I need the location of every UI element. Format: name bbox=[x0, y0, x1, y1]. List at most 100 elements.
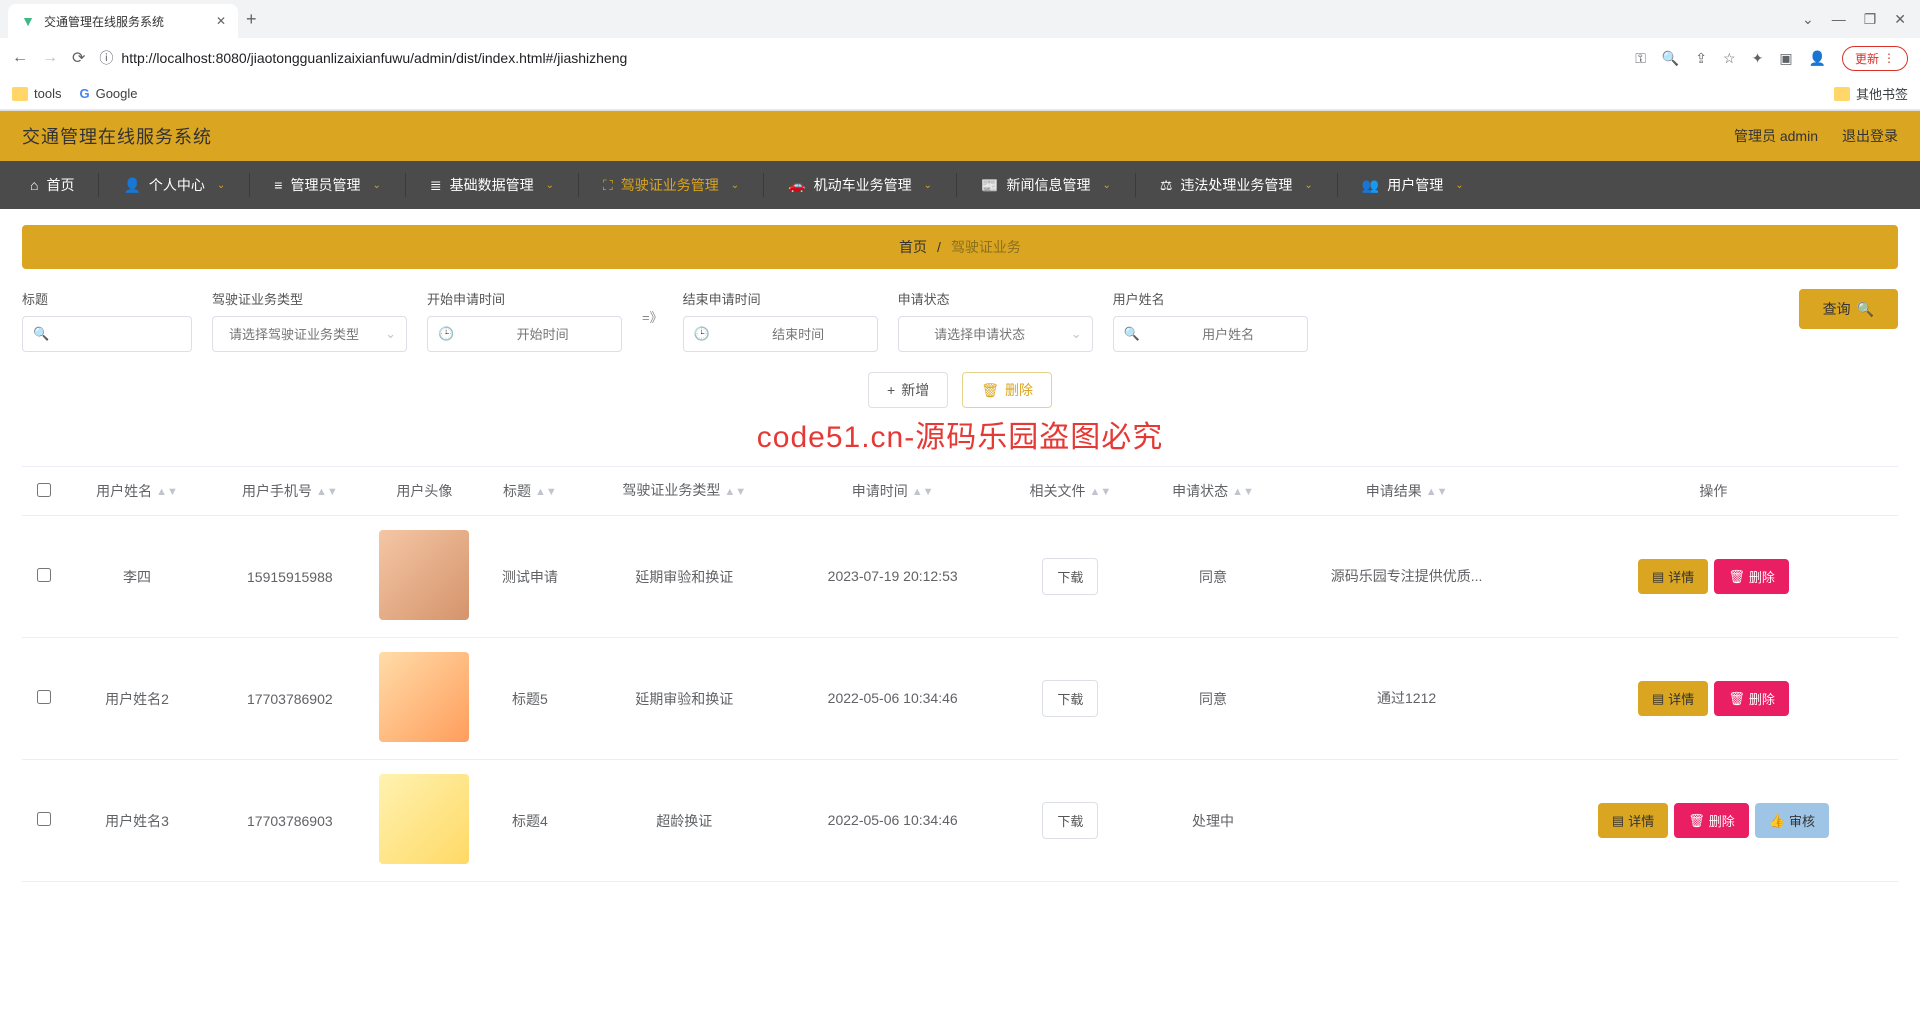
end-input[interactable] bbox=[720, 317, 877, 351]
query-button[interactable]: 查询 🔍 bbox=[1799, 289, 1898, 329]
update-button[interactable]: 更新 ⋮ bbox=[1842, 46, 1908, 71]
back-icon[interactable]: ← bbox=[12, 49, 28, 67]
extensions-icon[interactable]: ✦ bbox=[1752, 50, 1764, 67]
nav-item-1[interactable]: 👤个人中心⌄ bbox=[99, 161, 249, 209]
sidepanel-icon[interactable]: ▣ bbox=[1779, 50, 1792, 67]
add-button[interactable]: + 新增 bbox=[868, 372, 948, 408]
sort-icon: ▲▼ bbox=[535, 489, 557, 495]
reload-icon[interactable]: ⟳ bbox=[72, 48, 85, 68]
chevron-down-icon: ⌄ bbox=[1061, 326, 1092, 342]
vue-favicon: ▼ bbox=[20, 13, 36, 29]
bookmark-star-icon[interactable]: ☆ bbox=[1723, 50, 1736, 67]
audit-button[interactable]: 👍 审核 bbox=[1755, 803, 1829, 838]
type-input[interactable] bbox=[213, 317, 375, 351]
avatar bbox=[379, 652, 469, 742]
clock-icon: 🕒 bbox=[684, 326, 720, 342]
user-label[interactable]: 管理员 admin bbox=[1734, 126, 1818, 146]
search-icon: 🔍 bbox=[1857, 301, 1874, 318]
tab-bar: ▼ 交通管理在线服务系统 ✕ + ⌄ — ❐ ✕ bbox=[0, 0, 1920, 38]
col-file[interactable]: 相关文件▲▼ bbox=[999, 467, 1142, 516]
download-button[interactable]: 下载 bbox=[1042, 680, 1098, 717]
start-label: 开始申请时间 bbox=[427, 289, 622, 308]
nav-item-8[interactable]: 👥用户管理⌄ bbox=[1338, 161, 1488, 209]
breadcrumb-home[interactable]: 首页 bbox=[899, 237, 927, 257]
browser-tab[interactable]: ▼ 交通管理在线服务系统 ✕ bbox=[8, 4, 238, 38]
row-checkbox[interactable] bbox=[37, 568, 51, 582]
url-box[interactable]: ⓘ http://localhost:8080/jiaotongguanliza… bbox=[99, 48, 1621, 68]
col-result[interactable]: 申请结果▲▼ bbox=[1284, 467, 1529, 516]
nav-item-6[interactable]: 📰新闻信息管理⌄ bbox=[957, 161, 1135, 209]
download-button[interactable]: 下载 bbox=[1042, 802, 1098, 839]
type-select[interactable]: ⌄ bbox=[212, 316, 407, 352]
col-title[interactable]: 标题▲▼ bbox=[477, 467, 582, 516]
col-apply-time[interactable]: 申请时间▲▼ bbox=[786, 467, 999, 516]
share-icon[interactable]: ⇪ bbox=[1695, 50, 1707, 67]
nav-label: 新闻信息管理 bbox=[1006, 175, 1090, 195]
row-checkbox[interactable] bbox=[37, 690, 51, 704]
plus-icon: + bbox=[887, 382, 895, 398]
close-tab-icon[interactable]: ✕ bbox=[216, 14, 226, 28]
range-separator: =》 bbox=[642, 307, 663, 334]
row-delete-button[interactable]: 🗑 删除 bbox=[1674, 803, 1749, 838]
detail-button[interactable]: ▤ 详情 bbox=[1638, 559, 1708, 594]
maximize-icon[interactable]: ❐ bbox=[1864, 11, 1877, 28]
status-label: 申请状态 bbox=[898, 289, 1093, 308]
detail-button[interactable]: ▤ 详情 bbox=[1598, 803, 1668, 838]
sort-icon: ▲▼ bbox=[1426, 489, 1448, 495]
col-status[interactable]: 申请状态▲▼ bbox=[1142, 467, 1285, 516]
select-all-checkbox[interactable] bbox=[37, 483, 51, 497]
col-phone[interactable]: 用户手机号▲▼ bbox=[208, 467, 371, 516]
start-input[interactable] bbox=[464, 317, 621, 351]
status-select[interactable]: ⌄ bbox=[898, 316, 1093, 352]
col-ops: 操作 bbox=[1529, 467, 1898, 516]
end-date-input[interactable]: 🕒 bbox=[683, 316, 878, 352]
nav-item-7[interactable]: ⚖违法处理业务管理⌄ bbox=[1136, 161, 1337, 209]
forward-icon[interactable]: → bbox=[42, 49, 58, 67]
zoom-icon[interactable]: 🔍 bbox=[1662, 50, 1679, 67]
title-input[interactable] bbox=[59, 317, 191, 351]
detail-button[interactable]: ▤ 详情 bbox=[1638, 681, 1708, 716]
new-tab-button[interactable]: + bbox=[246, 9, 257, 30]
minimize-icon[interactable]: — bbox=[1832, 11, 1846, 28]
chevron-down-icon: ⌄ bbox=[731, 180, 739, 191]
cell-username: 用户姓名3 bbox=[66, 760, 209, 882]
nav-label: 用户管理 bbox=[1387, 175, 1443, 195]
chevron-down-icon: ⌄ bbox=[1102, 180, 1110, 191]
row-delete-button[interactable]: 🗑 删除 bbox=[1714, 559, 1789, 594]
search-row: 标题 🔍 驾驶证业务类型 ⌄ 开始申请时间 🕒 =》 结束申请时间 🕒 bbox=[22, 289, 1898, 352]
cell-status: 处理中 bbox=[1142, 760, 1285, 882]
title-input-wrap[interactable]: 🔍 bbox=[22, 316, 192, 352]
bookmark-other[interactable]: 其他书签 bbox=[1834, 84, 1908, 103]
key-icon[interactable]: ⚿ bbox=[1635, 50, 1646, 67]
bulk-delete-button[interactable]: 🗑 删除 bbox=[962, 372, 1052, 408]
folder-icon bbox=[1834, 87, 1850, 101]
table-row: 用户姓名217703786902标题5延期审验和换证2022-05-06 10:… bbox=[22, 638, 1898, 760]
chevron-down-icon[interactable]: ⌄ bbox=[1802, 11, 1814, 28]
bookmark-google[interactable]: G Google bbox=[79, 86, 137, 101]
sort-icon: ▲▼ bbox=[1090, 489, 1112, 495]
chevron-down-icon: ⌄ bbox=[924, 180, 932, 191]
row-checkbox[interactable] bbox=[37, 812, 51, 826]
username-input-wrap[interactable]: 🔍 bbox=[1113, 316, 1308, 352]
logout-link[interactable]: 退出登录 bbox=[1842, 126, 1898, 146]
close-window-icon[interactable]: ✕ bbox=[1894, 11, 1906, 28]
nav-item-3[interactable]: ≣基础数据管理⌄ bbox=[406, 161, 578, 209]
status-input[interactable] bbox=[899, 317, 1061, 351]
nav-item-4[interactable]: ⛶驾驶证业务管理⌄ bbox=[579, 161, 763, 209]
cell-apply-time: 2022-05-06 10:34:46 bbox=[786, 638, 999, 760]
cell-phone: 17703786903 bbox=[208, 760, 371, 882]
profile-icon[interactable]: 👤 bbox=[1809, 50, 1826, 67]
start-date-input[interactable]: 🕒 bbox=[427, 316, 622, 352]
nav-item-0[interactable]: ⌂首页 bbox=[6, 161, 98, 209]
username-input[interactable] bbox=[1150, 317, 1307, 351]
download-button[interactable]: 下载 bbox=[1042, 558, 1098, 595]
window-controls: ⌄ — ❐ ✕ bbox=[1802, 11, 1920, 28]
bookmark-tools[interactable]: tools bbox=[12, 86, 61, 101]
nav-item-2[interactable]: ≡管理员管理⌄ bbox=[250, 161, 405, 209]
chevron-down-icon: ⌄ bbox=[375, 326, 406, 342]
col-type[interactable]: 驾驶证业务类型▲▼ bbox=[582, 467, 786, 516]
nav-item-5[interactable]: 🚗机动车业务管理⌄ bbox=[764, 161, 956, 209]
col-username[interactable]: 用户姓名▲▼ bbox=[66, 467, 209, 516]
cell-phone: 15915915988 bbox=[208, 516, 371, 638]
row-delete-button[interactable]: 🗑 删除 bbox=[1714, 681, 1789, 716]
